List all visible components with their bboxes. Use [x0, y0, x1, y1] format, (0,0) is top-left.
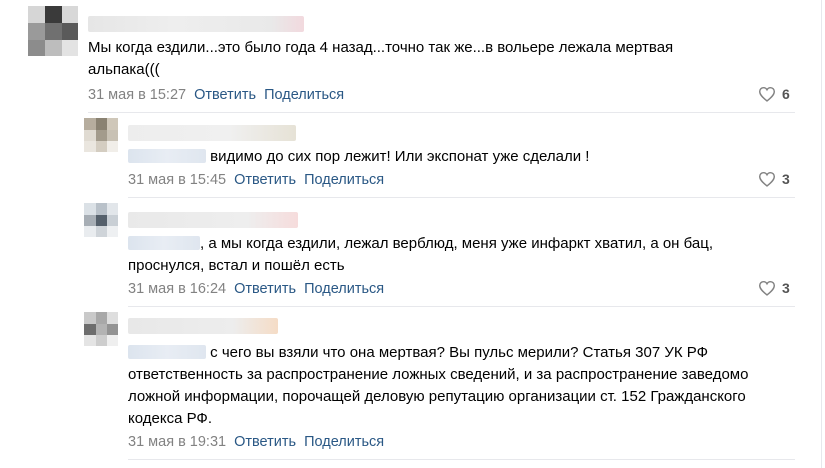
- reply-mention[interactable]: [128, 345, 206, 359]
- comment-meta: 31 мая в 15:27 Ответить Поделиться: [88, 86, 344, 104]
- comment-meta: 31 мая в 19:31 Ответить Поделиться: [128, 433, 384, 451]
- like-count: 3: [782, 280, 790, 296]
- share-link[interactable]: Поделиться: [304, 172, 384, 188]
- comment-date[interactable]: 31 мая в 16:24: [128, 281, 226, 297]
- reply-link[interactable]: Ответить: [194, 87, 256, 103]
- avatar[interactable]: [84, 203, 118, 237]
- author-name[interactable]: [88, 16, 304, 32]
- share-link[interactable]: Поделиться: [304, 434, 384, 450]
- like-button[interactable]: 6: [758, 86, 790, 102]
- author-name[interactable]: [128, 212, 298, 228]
- avatar[interactable]: [84, 118, 118, 152]
- reply-mention[interactable]: [128, 236, 200, 250]
- comment-meta: 31 мая в 15:45 Ответить Поделиться: [128, 171, 384, 189]
- comment-date[interactable]: 31 мая в 19:31: [128, 434, 226, 450]
- comment-body: видимо до сих пор лежит! Или экспонат уж…: [128, 146, 778, 168]
- author-name[interactable]: [128, 125, 296, 141]
- page-edge-divider: [821, 0, 822, 468]
- reply-mention[interactable]: [128, 149, 206, 163]
- comment-divider: [128, 197, 795, 198]
- comment-text: , а мы когда ездили, лежал верблюд, меня…: [128, 235, 713, 274]
- comment-body: , а мы когда ездили, лежал верблюд, меня…: [128, 233, 778, 277]
- heart-icon: [758, 171, 776, 187]
- like-count: 3: [782, 171, 790, 187]
- comment-divider: [128, 459, 795, 460]
- like-button[interactable]: 3: [758, 280, 790, 296]
- heart-icon: [758, 86, 776, 102]
- comment-text: Мы когда ездили...это было года 4 назад.…: [88, 39, 674, 78]
- comment-divider: [88, 112, 795, 113]
- avatar[interactable]: [84, 312, 118, 346]
- comment-meta: 31 мая в 16:24 Ответить Поделиться: [128, 280, 384, 298]
- comment-date[interactable]: 31 мая в 15:27: [88, 87, 186, 103]
- heart-icon: [758, 280, 776, 296]
- comment-date[interactable]: 31 мая в 15:45: [128, 172, 226, 188]
- comment-text: с чего вы взяли что она мертвая? Вы пуль…: [128, 344, 749, 427]
- comment-text: видимо до сих пор лежит! Или экспонат уж…: [210, 148, 590, 165]
- comment-body: с чего вы взяли что она мертвая? Вы пуль…: [128, 342, 778, 430]
- reply-link[interactable]: Ответить: [234, 281, 296, 297]
- author-name[interactable]: [128, 318, 278, 334]
- share-link[interactable]: Поделиться: [264, 87, 344, 103]
- reply-link[interactable]: Ответить: [234, 172, 296, 188]
- share-link[interactable]: Поделиться: [304, 281, 384, 297]
- reply-link[interactable]: Ответить: [234, 434, 296, 450]
- comment-divider: [128, 306, 795, 307]
- avatar[interactable]: [28, 6, 78, 56]
- like-button[interactable]: 3: [758, 171, 790, 187]
- like-count: 6: [782, 86, 790, 102]
